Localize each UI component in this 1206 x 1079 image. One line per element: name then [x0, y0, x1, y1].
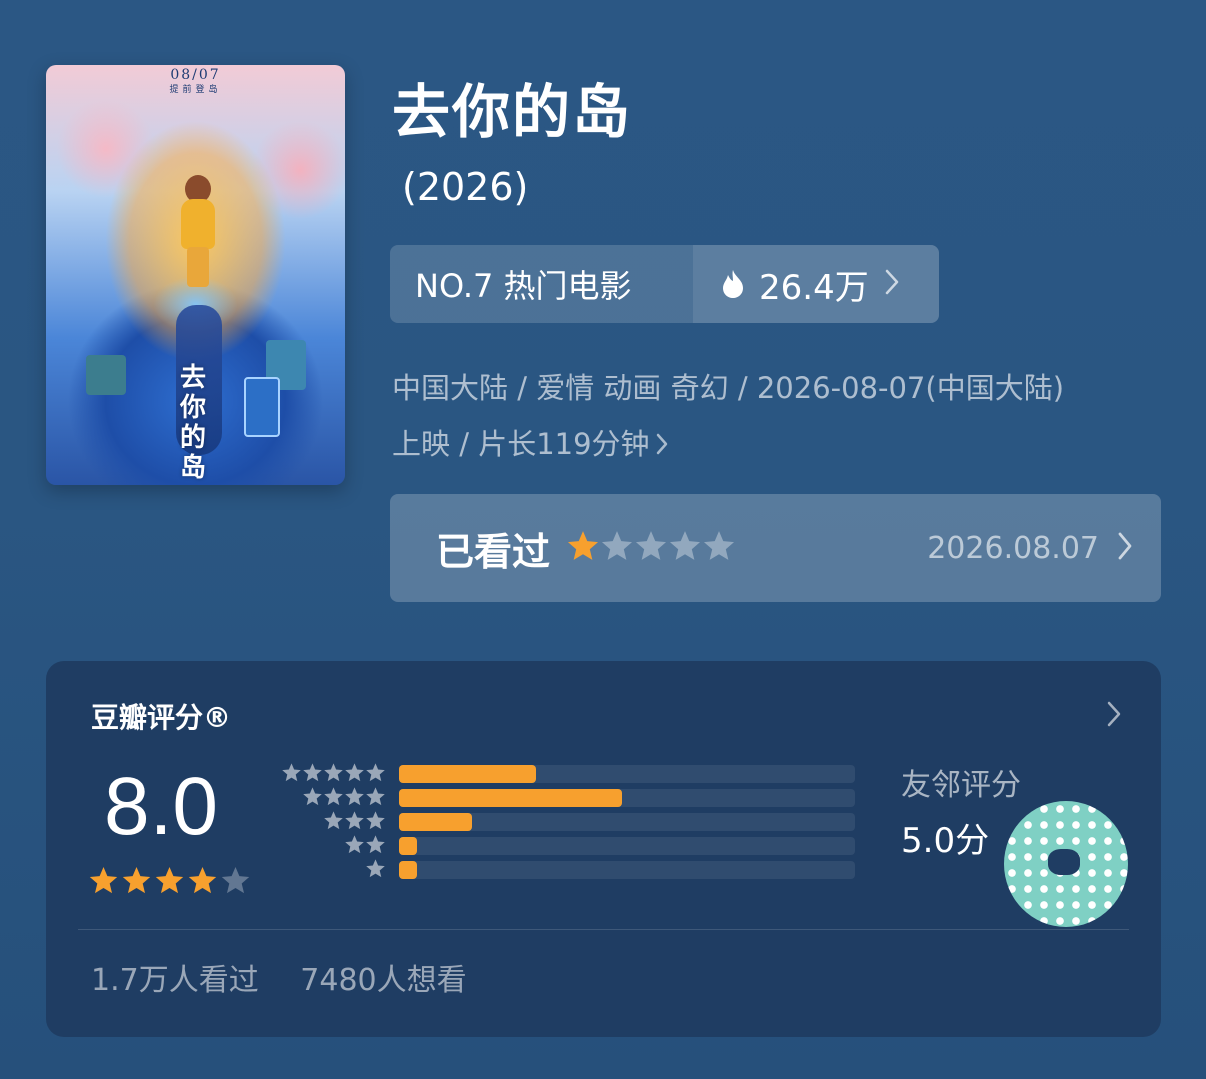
- meta-line-2: 上映 / 片长119分钟: [392, 427, 650, 461]
- audience-counts: 1.7万人看过 7480人想看: [91, 955, 467, 999]
- distribution-stars: [276, 762, 386, 787]
- poster-release-date: 08/07: [170, 67, 221, 83]
- star-icon: [302, 786, 323, 811]
- distribution-row: [276, 786, 876, 810]
- meta-line-2-wrap: 上映 / 片长119分钟: [392, 416, 1162, 474]
- friend-rating-label: 友邻评分: [901, 768, 1021, 803]
- star-icon[interactable]: [668, 529, 702, 567]
- star-icon: [154, 865, 185, 900]
- poster-release-note: 提前登岛: [169, 85, 222, 95]
- star-icon: [365, 762, 386, 787]
- star-icon[interactable]: [600, 529, 634, 567]
- star-icon: [187, 865, 218, 900]
- star-icon: [121, 865, 152, 900]
- star-icon: [323, 810, 344, 835]
- distribution-bar: [399, 861, 418, 879]
- heat-button[interactable]: 26.4万: [693, 245, 939, 323]
- chevron-right-icon[interactable]: [1107, 701, 1121, 731]
- star-icon: [365, 858, 386, 883]
- star-icon: [365, 834, 386, 859]
- heat-value: 26.4万: [759, 267, 869, 308]
- want-count[interactable]: 7480人想看: [300, 963, 466, 998]
- watched-count[interactable]: 1.7万人看过: [91, 963, 259, 998]
- distribution-row: [276, 762, 876, 786]
- star-icon: [323, 762, 344, 787]
- chevron-right-icon: [1117, 531, 1133, 565]
- distribution-bar: [399, 765, 536, 783]
- distribution-bar-track: [399, 813, 855, 831]
- distribution-bar-track: [399, 837, 855, 855]
- seen-label: 已看过: [436, 529, 551, 574]
- flame-icon: [721, 269, 745, 299]
- star-icon[interactable]: [566, 529, 600, 567]
- star-icon: [88, 865, 119, 900]
- star-icon: [344, 762, 365, 787]
- distribution-stars: [276, 834, 386, 859]
- rating-card-title: 豆瓣评分®: [91, 701, 232, 734]
- distribution-bar: [399, 813, 472, 831]
- poster-house-left: [86, 355, 126, 395]
- star-icon: [365, 810, 386, 835]
- star-icon: [302, 762, 323, 787]
- distribution-stars: [276, 786, 386, 811]
- star-icon: [344, 834, 365, 859]
- distribution-row: [276, 834, 876, 858]
- rating-card[interactable]: 豆瓣评分® 8.0 友邻评分 5.0分 1.7万人看过 7480人想看: [46, 661, 1161, 1037]
- star-icon: [365, 786, 386, 811]
- divider: [78, 929, 1129, 930]
- distribution-bar: [399, 789, 623, 807]
- star-icon: [344, 786, 365, 811]
- meta-line-1: 中国大陆 / 爱情 动画 奇幻 / 2026-08-07(中国大陆): [392, 371, 1065, 405]
- star-icon[interactable]: [634, 529, 668, 567]
- movie-meta[interactable]: 中国大陆 / 爱情 动画 奇幻 / 2026-08-07(中国大陆) 上映 / …: [392, 360, 1162, 474]
- poster-character: [177, 175, 217, 290]
- star-icon: [220, 865, 251, 900]
- poster-title: 去你的岛: [180, 363, 207, 483]
- distribution-row: [276, 810, 876, 834]
- star-icon: [281, 762, 302, 787]
- seen-box[interactable]: 已看过 2026.08.07: [390, 494, 1161, 602]
- douban-score: 8.0: [104, 761, 218, 852]
- rank-box[interactable]: NO.7 热门电影 26.4万: [390, 245, 939, 323]
- distribution-row: [276, 858, 876, 882]
- distribution-stars: [276, 810, 386, 835]
- score-stars: [88, 865, 251, 900]
- distribution-bar-track: [399, 861, 855, 879]
- movie-year: (2026): [402, 165, 529, 209]
- movie-title: 去你的岛: [392, 78, 633, 146]
- distribution-bar: [399, 837, 418, 855]
- poster-drink: [244, 377, 280, 437]
- friend-rating-score: 5.0分: [901, 821, 990, 861]
- star-icon: [344, 810, 365, 835]
- distribution-bar-track: [399, 789, 855, 807]
- star-icon: [323, 786, 344, 811]
- distribution-bar-track: [399, 765, 855, 783]
- chevron-right-icon: [656, 418, 668, 474]
- seen-date: 2026.08.07: [927, 530, 1099, 566]
- distribution-stars: [276, 858, 386, 883]
- user-rating-stars[interactable]: [566, 529, 736, 567]
- chevron-right-icon: [885, 264, 899, 304]
- star-icon[interactable]: [702, 529, 736, 567]
- sticker-decoration: [1004, 801, 1128, 927]
- rank-label[interactable]: NO.7 热门电影: [390, 245, 693, 323]
- movie-poster[interactable]: 08/07 提前登岛 去你的岛: [46, 65, 345, 485]
